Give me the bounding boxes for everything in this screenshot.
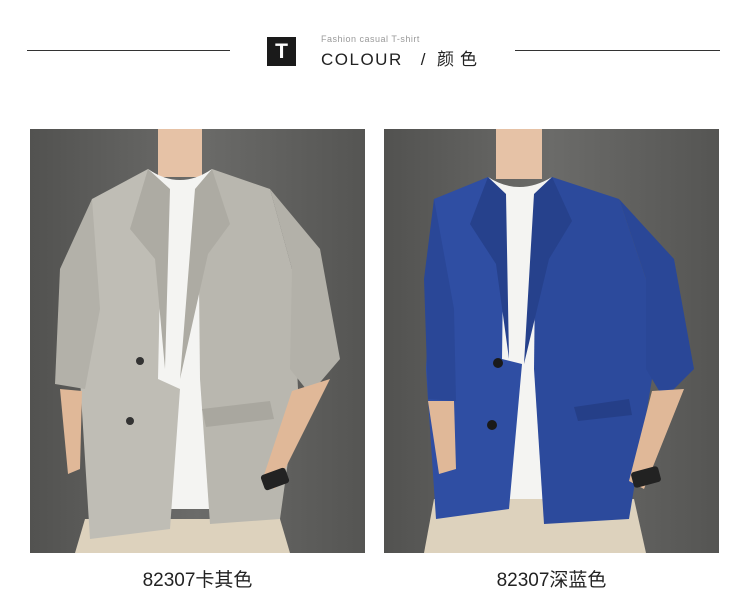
header-subtitle: Fashion casual T-shirt — [321, 34, 420, 44]
product-photo-navy — [384, 129, 719, 553]
product-caption-khaki: 82307卡其色 — [142, 570, 253, 591]
header-divider-right — [515, 50, 720, 51]
product-photo-khaki — [30, 129, 365, 553]
heading-separator: / — [420, 50, 427, 69]
heading-cn: 颜色 — [436, 50, 483, 69]
t-badge: T — [267, 37, 296, 66]
section-heading: COLOUR / 颜色 — [321, 45, 483, 70]
product-caption-navy: 82307深蓝色 — [496, 570, 607, 591]
heading-en: COLOUR — [321, 50, 403, 69]
header-divider-left — [27, 50, 230, 51]
